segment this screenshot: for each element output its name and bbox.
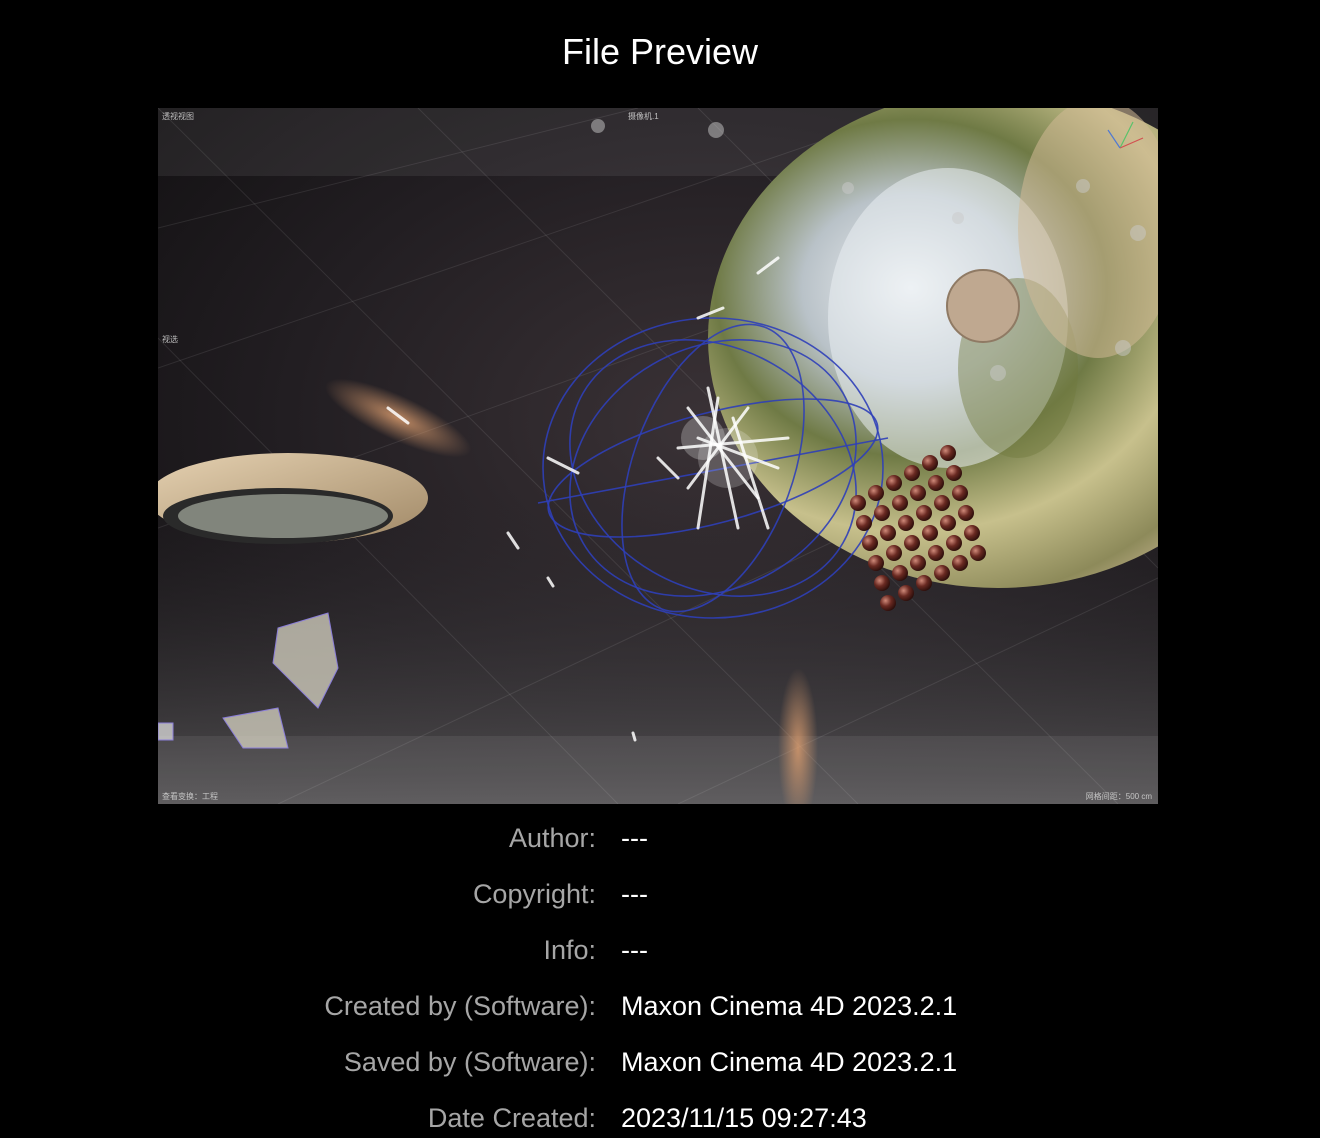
metadata-row-author: Author: --- [0, 810, 1320, 853]
metadata-row-copyright: Copyright: --- [0, 866, 1320, 909]
metadata-value: --- [621, 935, 648, 965]
metadata-row-created-by: Created by (Software): Maxon Cinema 4D 2… [0, 978, 1320, 1021]
metadata-label: Info: [543, 935, 596, 965]
metadata-row-date-created: Date Created: 2023/11/15 09:27:43 [0, 1090, 1320, 1133]
viewport-label-perspective: 透视视图 [162, 112, 194, 121]
metadata-value: Maxon Cinema 4D 2023.2.1 [621, 1047, 958, 1077]
window-title: File Preview [561, 31, 759, 72]
metadata-label: Author: [508, 823, 596, 853]
metadata-label: Copyright: [472, 879, 596, 909]
metadata-value: --- [621, 879, 648, 909]
file-preview-image: 透视视图 摄像机.1 视选 查看变换：工程 网格间距：500 cm [158, 108, 1158, 804]
metadata-value: 2023/11/15 09:27:43 [621, 1103, 867, 1133]
metadata-row-info: Info: --- [0, 922, 1320, 965]
metadata-label: Created by (Software): [324, 991, 596, 1021]
metadata-value: --- [621, 823, 648, 853]
viewport-label-view-transform: 查看变换：工程 [162, 792, 218, 801]
metadata-row-saved-by: Saved by (Software): Maxon Cinema 4D 202… [0, 1034, 1320, 1077]
viewport-label-filter: 视选 [162, 335, 178, 344]
viewport-label-camera: 摄像机.1 [628, 112, 659, 121]
viewport-label-grid-spacing: 网格间距：500 cm [1085, 792, 1152, 801]
metadata-label: Saved by (Software): [343, 1047, 596, 1077]
metadata-value: Maxon Cinema 4D 2023.2.1 [621, 991, 958, 1021]
metadata-label: Date Created: [427, 1103, 596, 1133]
viewport-render [158, 108, 1158, 804]
